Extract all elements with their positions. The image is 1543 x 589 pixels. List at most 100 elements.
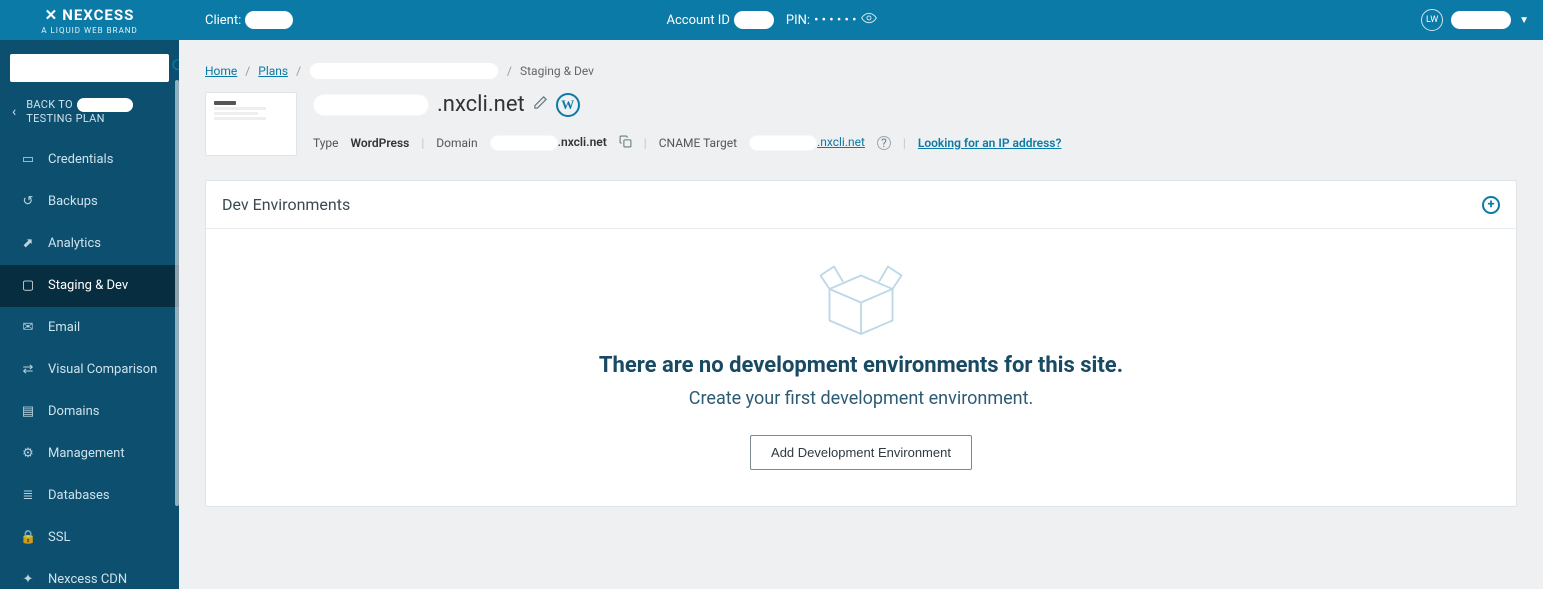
type-label: Type <box>313 136 339 150</box>
sidebar-item-label: Domains <box>48 404 99 419</box>
eye-icon[interactable] <box>861 12 877 28</box>
sidebar-item-nexcess-cdn[interactable]: ✦ Nexcess CDN <box>0 559 179 589</box>
sidebar-item-staging-dev[interactable]: ▢ Staging & Dev <box>0 265 179 307</box>
back-line2: TESTING PLAN <box>26 112 133 126</box>
search-icon[interactable] <box>171 58 179 78</box>
topbar: ✕ NEXCESS A LIQUID WEB BRAND Client: Acc… <box>0 0 1543 40</box>
account-id-label: Account ID <box>666 13 729 28</box>
account-id-block: Account ID <box>666 11 773 29</box>
brand-icon: ✕ <box>45 6 59 24</box>
page-title: .nxcli.net <box>437 92 525 117</box>
cname-value: .nxcli.net <box>749 135 865 151</box>
pin-label: PIN: <box>786 13 810 28</box>
sidebar-item-domains[interactable]: ▤ Domains <box>0 391 179 433</box>
site-thumbnail[interactable] <box>205 92 297 156</box>
pin-mask: • • • • • • <box>814 13 856 28</box>
avatar[interactable]: LW <box>1421 9 1443 31</box>
sidebar-item-ssl[interactable]: 🔒 SSL <box>0 517 179 559</box>
brand-name: NEXCESS <box>62 6 134 24</box>
panel-heading: Dev Environments <box>222 195 350 214</box>
site-title-prefix-redacted <box>313 94 429 116</box>
brand-logo[interactable]: ✕ NEXCESS A LIQUID WEB BRAND <box>0 0 179 40</box>
breadcrumb-sep: / <box>296 64 301 78</box>
databases-icon: ≣ <box>20 488 36 503</box>
brand-tagline: A LIQUID WEB BRAND <box>41 26 138 35</box>
sidebar-item-label: Databases <box>48 488 110 503</box>
staging-icon: ▢ <box>20 278 36 293</box>
sidebar-item-analytics[interactable]: ⬈ Analytics <box>0 223 179 265</box>
panel-body: There are no development environments fo… <box>206 229 1516 506</box>
backups-icon: ↺ <box>20 194 36 209</box>
domain-value: .nxcli.net <box>490 135 607 151</box>
breadcrumb-site-redacted[interactable] <box>309 62 499 80</box>
chevron-left-icon: ‹ <box>12 104 16 120</box>
cname-prefix-redacted <box>749 135 817 151</box>
user-name-redacted[interactable] <box>1451 11 1511 29</box>
sidebar-item-label: SSL <box>48 530 70 545</box>
client-value-redacted <box>245 11 293 29</box>
add-environment-icon[interactable]: + <box>1482 196 1500 214</box>
sidebar-item-label: Management <box>48 446 125 461</box>
breadcrumb: Home / Plans / / Staging & Dev <box>179 40 1543 88</box>
sidebar-search[interactable] <box>10 54 169 82</box>
client-area: Client: <box>205 11 293 29</box>
domain-prefix-redacted <box>490 135 558 151</box>
sidebar-item-label: Staging & Dev <box>48 278 128 293</box>
sidebar-item-databases[interactable]: ≣ Databases <box>0 475 179 517</box>
ssl-icon: 🔒 <box>20 530 36 545</box>
sidebar-item-visual-comparison[interactable]: ⇄ Visual Comparison <box>0 349 179 391</box>
wordpress-icon: W <box>556 93 580 117</box>
back-target-redacted <box>77 98 133 112</box>
empty-state-title: There are no development environments fo… <box>599 353 1123 378</box>
main-content: Home / Plans / / Staging & Dev .nxcli.ne… <box>179 40 1543 589</box>
dev-environments-panel: Dev Environments + There are no developm… <box>205 180 1517 507</box>
add-environment-button[interactable]: Add Development Environment <box>750 435 972 470</box>
site-meta: Type WordPress | Domain .nxcli.net | CNA… <box>313 135 1517 151</box>
panel-header: Dev Environments + <box>206 181 1516 229</box>
sidebar-item-label: Nexcess CDN <box>48 572 127 587</box>
sidebar-nav: ▭ Credentials ↺ Backups ⬈ Analytics ▢ Staging &… <box>0 139 179 589</box>
back-link[interactable]: ‹ BACK TO TESTING PLAN <box>0 92 179 139</box>
sidebar-item-management[interactable]: ⚙ Management <box>0 433 179 475</box>
visual-icon: ⇄ <box>20 362 36 377</box>
empty-box-icon <box>816 257 906 343</box>
analytics-icon: ⬈ <box>20 236 36 251</box>
back-prefix: BACK TO <box>26 98 73 112</box>
ip-address-link[interactable]: Looking for an IP address? <box>918 136 1062 150</box>
sidebar-item-label: Credentials <box>48 152 113 167</box>
credentials-icon: ▭ <box>20 152 36 167</box>
sidebar-item-backups[interactable]: ↺ Backups <box>0 181 179 223</box>
pencil-icon[interactable] <box>533 95 548 114</box>
sidebar-item-label: Backups <box>48 194 98 209</box>
sidebar-item-label: Analytics <box>48 236 101 251</box>
breadcrumb-sep: / <box>507 64 512 78</box>
copy-icon[interactable] <box>619 135 632 151</box>
email-icon: ✉ <box>20 320 36 335</box>
type-value: WordPress <box>351 136 410 150</box>
sidebar-item-label: Visual Comparison <box>48 362 157 377</box>
management-icon: ⚙ <box>20 446 36 461</box>
breadcrumb-current: Staging & Dev <box>520 64 594 78</box>
breadcrumb-home[interactable]: Home <box>205 64 237 78</box>
topbar-right: LW ▼ <box>1421 9 1529 31</box>
search-input[interactable] <box>16 61 171 75</box>
topbar-center: Account ID PIN: • • • • • • <box>666 11 876 29</box>
empty-state-subtitle: Create your first development environmen… <box>689 388 1033 409</box>
help-icon[interactable]: ? <box>877 136 891 150</box>
site-header: .nxcli.net W Type WordPress | Domain .nx… <box>179 88 1543 168</box>
account-id-value-redacted <box>734 11 774 29</box>
breadcrumb-sep: / <box>245 64 250 78</box>
cname-label: CNAME Target <box>659 136 737 150</box>
domains-icon: ▤ <box>20 404 36 419</box>
chevron-down-icon[interactable]: ▼ <box>1519 15 1529 26</box>
sidebar-item-email[interactable]: ✉ Email <box>0 307 179 349</box>
cname-link[interactable]: .nxcli.net <box>817 135 865 149</box>
cdn-icon: ✦ <box>20 572 36 587</box>
pin-block: PIN: • • • • • • <box>786 12 877 28</box>
client-label: Client: <box>205 13 241 28</box>
sidebar-item-credentials[interactable]: ▭ Credentials <box>0 139 179 181</box>
sidebar: ‹ BACK TO TESTING PLAN ▭ Credentials ↺ Back… <box>0 40 179 589</box>
domain-label: Domain <box>436 136 477 150</box>
breadcrumb-plans[interactable]: Plans <box>258 64 288 78</box>
sidebar-item-label: Email <box>48 320 80 335</box>
